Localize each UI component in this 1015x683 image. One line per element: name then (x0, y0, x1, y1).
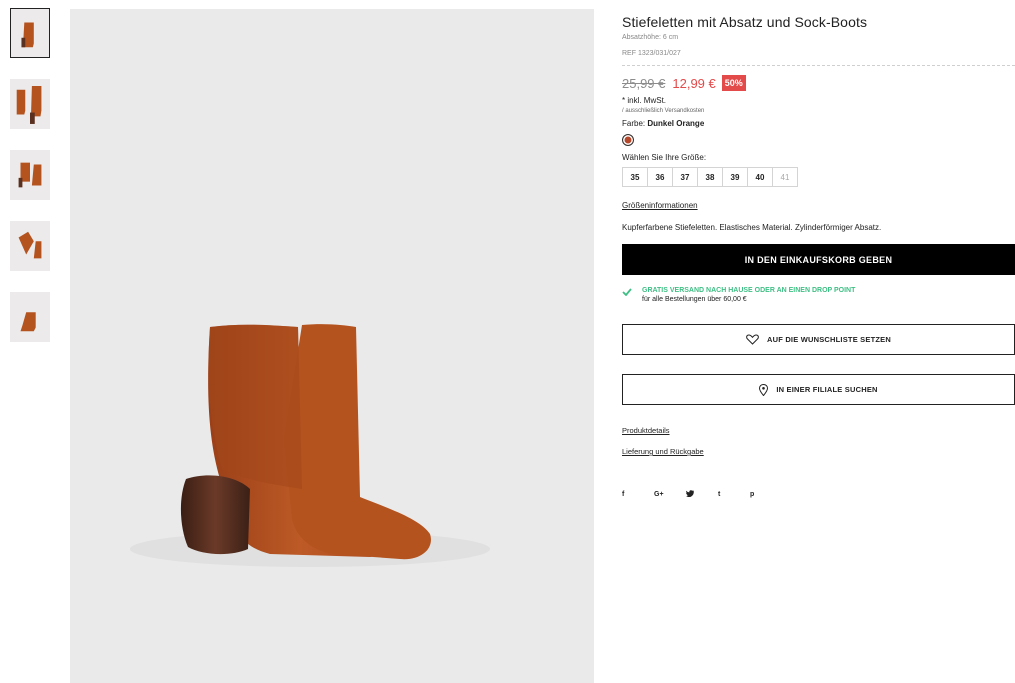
free-shipping-headline: GRATIS VERSAND NACH HAUSE ODER AN EINEN … (642, 287, 856, 294)
size-info-link[interactable]: Größeninformationen (622, 201, 698, 210)
discount-badge: 50% (721, 75, 746, 91)
product-title: Stiefeletten mit Absatz und Sock-Boots (622, 14, 868, 30)
size-selector: 35 36 37 38 39 40 41 (622, 167, 1015, 187)
size-prompt: Wählen Sie Ihre Größe: (622, 153, 707, 162)
free-shipping-subline: für alle Bestellungen über 60,00 € (642, 296, 747, 303)
divider (622, 65, 1015, 66)
color-label-prefix: Farbe: (622, 119, 646, 128)
sale-price: 12,99 € (672, 75, 716, 91)
location-pin-icon (759, 383, 769, 396)
size-option-37[interactable]: 37 (672, 167, 698, 187)
check-icon (622, 288, 632, 296)
product-image (70, 9, 594, 683)
google-plus-icon[interactable]: G+ (654, 491, 686, 498)
delivery-returns-link[interactable]: Lieferung und Rückgabe (622, 447, 1015, 456)
find-store-button[interactable]: IN EINER FILIALE SUCHEN (622, 374, 1015, 405)
thumbnail-2[interactable] (10, 79, 50, 129)
color-swatch-dark-orange[interactable] (622, 134, 634, 146)
size-option-41[interactable]: 41 (772, 167, 798, 187)
size-option-36[interactable]: 36 (647, 167, 673, 187)
wishlist-label: AUF DIE WUNSCHLISTE SETZEN (767, 335, 891, 344)
shipping-cost-note: / ausschließlich Versandkosten (622, 108, 705, 114)
product-description: Kupferfarbene Stiefeletten. Elastisches … (622, 223, 882, 232)
find-store-label: IN EINER FILIALE SUCHEN (776, 385, 878, 394)
social-share: f G+ t p (622, 490, 1015, 499)
thumbnail-5[interactable] (10, 292, 50, 342)
wishlist-button[interactable]: AUF DIE WUNSCHLISTE SETZEN (622, 324, 1015, 355)
heart-icon (746, 334, 759, 345)
thumbnail-4[interactable] (10, 221, 50, 271)
thumbnail-1[interactable] (10, 8, 50, 58)
pinterest-icon[interactable]: p (750, 491, 782, 498)
product-ref: REF 1323/031/027 (622, 50, 681, 57)
product-details-link[interactable]: Produktdetails (622, 426, 1015, 435)
color-name: Dunkel Orange (647, 119, 705, 128)
free-shipping-info: GRATIS VERSAND NACH HAUSE ODER AN EINEN … (622, 287, 1015, 303)
size-option-40[interactable]: 40 (747, 167, 773, 187)
heel-height: Absatzhöhe: 6 cm (622, 34, 679, 41)
facebook-icon[interactable]: f (622, 491, 654, 498)
product-info-panel: Stiefeletten mit Absatz und Sock-Boots A… (622, 14, 1015, 499)
thumbnail-3[interactable] (10, 150, 50, 200)
size-option-35[interactable]: 35 (622, 167, 648, 187)
price-row: 25,99 € 12,99 € 50% (622, 75, 1015, 91)
size-option-39[interactable]: 39 (722, 167, 748, 187)
old-price: 25,99 € (622, 75, 666, 91)
color-label: Farbe: Dunkel Orange (622, 119, 1015, 128)
size-option-38[interactable]: 38 (697, 167, 723, 187)
tax-note: * inkl. MwSt. (622, 96, 667, 105)
thumbnail-strip (10, 8, 51, 363)
tumblr-icon[interactable]: t (718, 491, 750, 498)
twitter-icon[interactable] (686, 490, 718, 499)
add-to-cart-button[interactable]: IN DEN EINKAUFSKORB GEBEN (622, 244, 1015, 275)
